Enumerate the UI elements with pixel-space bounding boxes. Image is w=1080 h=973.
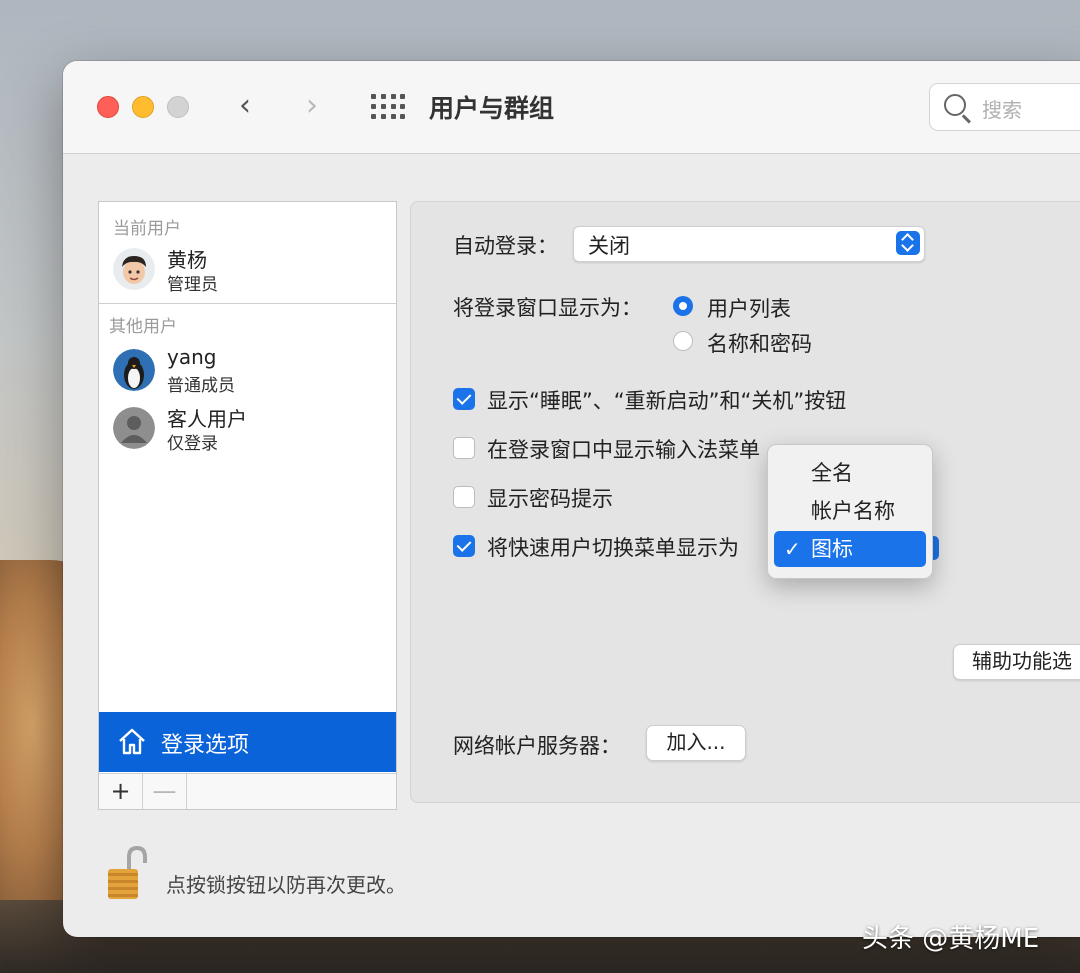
auto-login-label: 自动登录： [453,234,558,258]
window-title: 用户与群组 [429,94,555,123]
search-field[interactable]: 搜索 [929,83,1080,131]
zoom-window-button[interactable] [167,96,189,118]
forward-arrow-icon[interactable]: › [306,85,318,127]
guest-avatar-icon [113,407,155,449]
login-options-panel: 自动登录： 关闭 将登录窗口显示为： 用户列表 名称和密码 显示“睡眠”、“重新… [410,201,1080,803]
menu-item-account-name[interactable]: 帐户名称 [774,493,926,529]
radio-name-password[interactable] [673,331,693,351]
other-users-heading: 其他用户 [109,317,177,337]
accessibility-options-button[interactable]: 辅助功能选 [953,644,1080,680]
menu-item-label: 图标 [811,537,853,561]
menu-item-label: 帐户名称 [811,499,895,523]
memoji-avatar-icon [113,248,155,290]
show-power-buttons-label: 显示“睡眠”、“重新启动”和“关机”按钮 [487,389,847,413]
radio-name-password-label: 名称和密码 [707,332,812,356]
penguin-avatar-icon [113,349,155,391]
current-users-heading: 当前用户 [113,219,181,239]
checkbox-fast-user-switching[interactable] [453,535,475,557]
user-item-huangyang[interactable]: 黄杨 管理员 [113,246,383,298]
radio-user-list-label: 用户列表 [707,297,791,321]
auto-login-popup[interactable]: 关闭 [573,226,925,262]
login-options-item[interactable]: 登录选项 [99,712,396,772]
checkmark-icon: ✓ [784,537,801,561]
show-all-grid-icon[interactable] [371,94,405,120]
house-icon [119,728,145,755]
user-name: 客人用户 [167,407,247,431]
user-role: 仅登录 [167,434,218,454]
radio-user-list[interactable] [673,296,693,316]
fast-switch-dropdown-menu: 全名 帐户名称 ✓ 图标 [767,444,933,579]
display-as-label: 将登录窗口显示为： [453,296,642,320]
close-window-button[interactable] [97,96,119,118]
popup-stepper-icon [896,231,920,255]
remove-user-button[interactable]: — [143,774,187,809]
network-account-server-label: 网络帐户服务器： [453,734,621,758]
add-user-button[interactable]: + [99,774,143,809]
input-menu-label: 在登录窗口中显示输入法菜单 [487,438,760,462]
password-hints-label: 显示密码提示 [487,487,613,511]
search-placeholder: 搜索 [982,98,1022,122]
minimize-window-button[interactable] [132,96,154,118]
lock-open-icon[interactable] [107,845,147,901]
titlebar: ‹ › 用户与群组 搜索 [63,61,1080,154]
checkbox-show-power-buttons[interactable] [453,388,475,410]
back-arrow-icon[interactable]: ‹ [239,85,251,127]
user-name: yang [167,345,217,369]
checkbox-password-hints[interactable] [453,486,475,508]
join-button[interactable]: 加入... [646,725,746,761]
fast-user-switching-label: 将快速用户切换菜单显示为 [487,536,739,560]
sidebar-divider [99,303,396,304]
user-role: 管理员 [167,275,218,295]
watermark-text: 头条 @黄杨ME [862,924,1040,954]
menu-item-label: 全名 [811,461,853,485]
user-item-guest[interactable]: 客人用户 仅登录 [113,405,383,457]
sidebar-footer: + — [99,773,396,809]
checkbox-input-menu[interactable] [453,437,475,459]
search-icon [944,94,966,116]
login-options-label: 登录选项 [161,733,250,758]
menu-item-icon[interactable]: ✓ 图标 [774,531,926,567]
user-name: 黄杨 [167,248,207,272]
user-item-yang[interactable]: yang 普通成员 [113,345,383,399]
auto-login-value: 关闭 [588,234,630,258]
user-role: 普通成员 [167,376,235,396]
lock-instruction-text: 点按锁按钮以防再次更改。 [166,873,406,897]
menu-item-full-name[interactable]: 全名 [774,455,926,491]
user-list-sidebar: 当前用户 黄杨 管理员 其他用户 yang 普通成员 客人用户 仅登录 登录选项… [98,201,397,810]
